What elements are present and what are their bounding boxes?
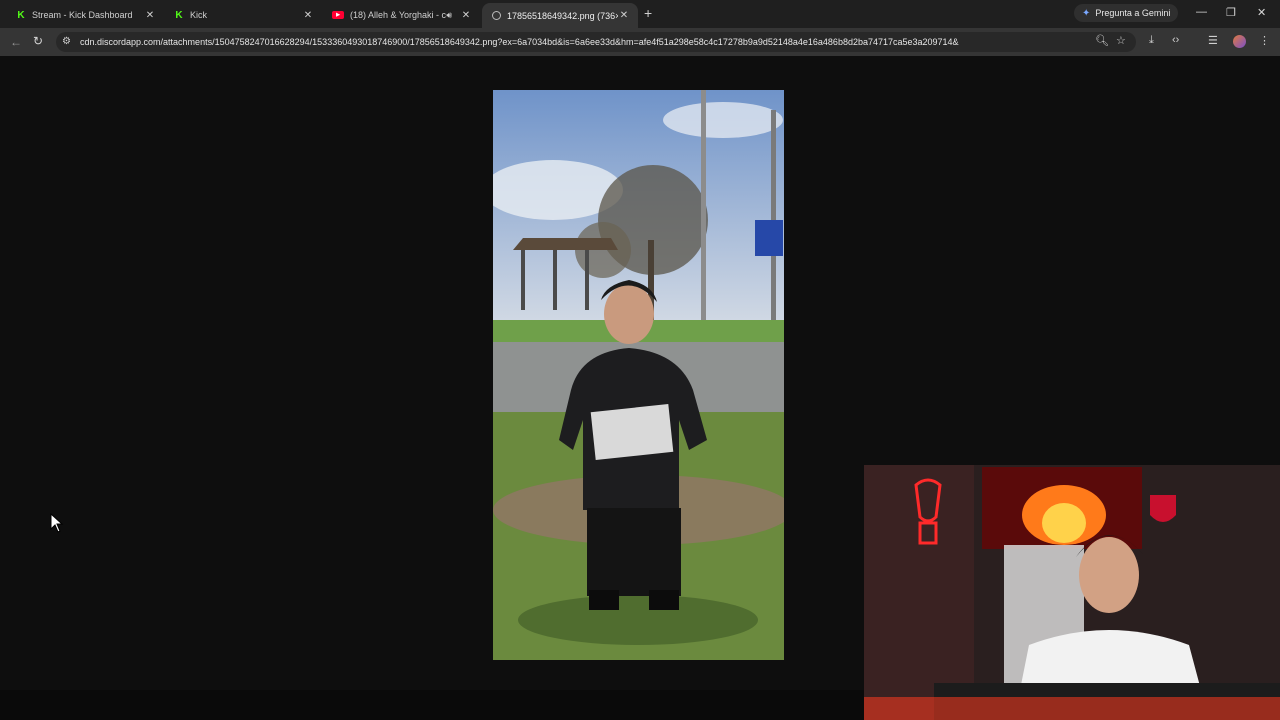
kick-icon: K xyxy=(175,9,183,21)
photo-drawing xyxy=(493,90,784,660)
download-icon[interactable]: ⤓ xyxy=(1149,34,1154,47)
reading-list-icon[interactable]: ☰ xyxy=(1208,34,1218,47)
speaker-icon[interactable]: 🔊︎ xyxy=(446,10,452,21)
bookmark-star-icon[interactable]: ☆ xyxy=(1116,34,1126,47)
webcam-drawing xyxy=(864,465,1280,720)
tab-strip: K Stream - Kick Dashboard ✕ K Kick ✕ ▶ (… xyxy=(0,0,1280,28)
devtools-code-icon[interactable]: ‹› xyxy=(1172,34,1179,46)
displayed-photo[interactable] xyxy=(493,90,784,660)
tab-kick-dashboard[interactable]: K Stream - Kick Dashboard ✕ xyxy=(6,4,164,26)
viewer-bottom-strip xyxy=(0,690,864,720)
gemini-sparkle-icon: ✦ xyxy=(1082,7,1091,19)
close-icon[interactable]: ✕ xyxy=(460,10,472,21)
mouse-cursor-icon xyxy=(50,513,64,533)
profile-avatar[interactable] xyxy=(1233,35,1246,48)
tab-title: Kick xyxy=(190,10,208,20)
tab-title: 17856518649342.png (736×14 xyxy=(507,10,618,21)
tab-kick[interactable]: K Kick ✕ xyxy=(164,4,322,26)
site-info-icon[interactable]: ⚙︎ xyxy=(62,36,71,47)
menu-kebab-icon[interactable]: ⋮ xyxy=(1259,34,1270,47)
zoom-icon[interactable]: 🔍︎ xyxy=(1095,34,1109,47)
tab-image-active[interactable]: 17856518649342.png (736×14 ✕ xyxy=(482,3,638,28)
tab-title: Stream - Kick Dashboard xyxy=(32,10,133,20)
youtube-icon: ▶ xyxy=(332,11,344,19)
close-icon[interactable]: ✕ xyxy=(618,10,630,21)
url-text[interactable]: cdn.discordapp.com/attachments/150475824… xyxy=(80,37,959,47)
reload-icon[interactable]: ↻ xyxy=(33,34,43,48)
tab-title: (18) Alleh & Yorghaki - cap xyxy=(350,10,447,20)
globe-icon xyxy=(492,11,501,20)
kick-icon: K xyxy=(17,9,25,21)
restore-icon[interactable]: ❐ xyxy=(1226,6,1236,19)
gemini-button[interactable]: ✦ Pregunta a Gemini xyxy=(1074,4,1179,22)
minimize-icon[interactable]: — xyxy=(1196,6,1207,18)
tab-youtube[interactable]: ▶ (18) Alleh & Yorghaki - cap 🔊︎ ✕ xyxy=(322,4,480,26)
close-icon[interactable]: ✕ xyxy=(144,10,156,21)
webcam-overlay xyxy=(864,465,1280,720)
new-tab-button[interactable]: + xyxy=(644,5,652,21)
back-icon[interactable]: ← xyxy=(10,35,22,49)
gemini-label: Pregunta a Gemini xyxy=(1095,8,1171,18)
window-close-icon[interactable]: ✕ xyxy=(1257,6,1266,19)
close-icon[interactable]: ✕ xyxy=(302,10,314,21)
